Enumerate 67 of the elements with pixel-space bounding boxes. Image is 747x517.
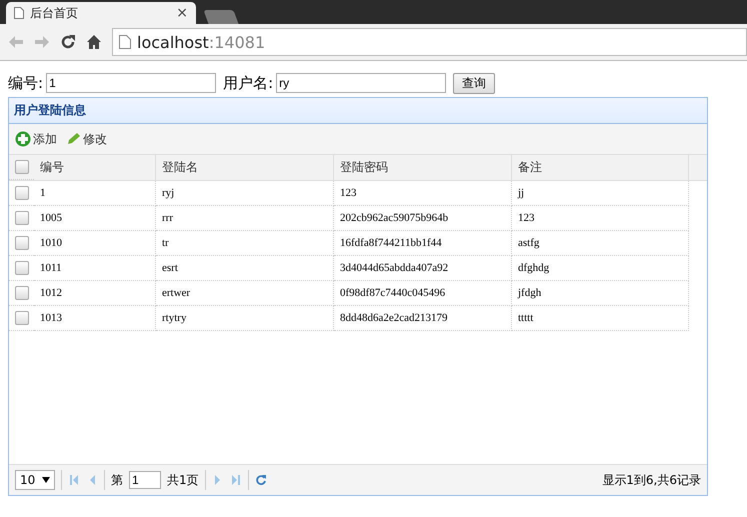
address-host: localhost <box>137 32 209 52</box>
checkbox[interactable] <box>14 286 28 300</box>
table-cell: ryj <box>156 181 334 206</box>
page-prefix: 第 <box>111 472 123 488</box>
table-cell: dfghdg <box>512 256 689 281</box>
page-size-select[interactable]: 10 <box>15 470 55 490</box>
table-cell: 3d4044d65abdda407a92 <box>334 256 512 281</box>
checkbox[interactable] <box>14 211 28 225</box>
refresh-icon[interactable] <box>254 474 267 486</box>
plus-icon <box>15 131 31 147</box>
table-cell: 1011 <box>34 256 156 281</box>
checkbox[interactable] <box>14 236 28 250</box>
checkbox[interactable] <box>14 261 28 275</box>
page-field[interactable]: 1 <box>129 471 161 489</box>
add-button[interactable]: 添加 <box>15 130 57 148</box>
browser-tab[interactable]: 后台首页 × <box>6 2 196 24</box>
table-cell: 1012 <box>34 281 156 306</box>
table-cell: 202cb962ac59075b964b <box>334 206 512 231</box>
table-cell: jj <box>512 181 689 206</box>
table-cell: ertwer <box>156 281 334 306</box>
table-cell: 1005 <box>34 206 156 231</box>
column-header[interactable]: 登陆名 <box>156 155 334 180</box>
caret-icon <box>42 477 50 483</box>
table-cell: 123 <box>512 206 689 231</box>
column-header[interactable]: 备注 <box>512 155 689 180</box>
reload-icon[interactable] <box>60 34 76 50</box>
pencil-icon <box>65 131 81 147</box>
table-cell: astfg <box>512 231 689 256</box>
page-icon <box>119 35 131 49</box>
table-cell: esrt <box>156 256 334 281</box>
back-icon[interactable] <box>8 35 24 49</box>
table-cell: 1 <box>34 181 156 206</box>
edit-button[interactable]: 修改 <box>65 130 107 148</box>
last-page-icon[interactable] <box>230 474 242 486</box>
new-tab-button[interactable] <box>203 10 239 24</box>
query-button[interactable]: 查询 <box>453 72 496 94</box>
search-field[interactable]: 1 <box>46 73 216 93</box>
field-label: 编号: <box>8 74 44 92</box>
close-button[interactable]: × <box>176 5 188 21</box>
checkbox[interactable] <box>14 186 28 200</box>
tab-title: 后台首页 <box>30 4 79 22</box>
table-cell: 16fdfa8f744211bb1f44 <box>334 231 512 256</box>
search-field[interactable]: ry <box>276 73 446 93</box>
table-cell: rtytry <box>156 306 334 331</box>
address-bar[interactable]: localhost:14081 <box>112 28 747 56</box>
table-cell: 1010 <box>34 231 156 256</box>
forward-icon[interactable] <box>34 35 50 49</box>
checkbox[interactable] <box>14 160 28 174</box>
record-summary: 显示1到6,共6记录 <box>602 472 701 488</box>
table-cell: 8dd48d6a2e2cad213179 <box>334 306 512 331</box>
first-page-icon[interactable] <box>68 474 80 486</box>
table-cell: jfdgh <box>512 281 689 306</box>
page-count: 共1页 <box>167 472 199 488</box>
column-header[interactable]: 编号 <box>34 155 156 180</box>
panel-title: 用户登陆信息 <box>14 102 86 119</box>
table-cell: ttttt <box>512 306 689 331</box>
home-icon[interactable] <box>86 34 102 50</box>
address-port: :14081 <box>208 32 266 52</box>
field-label: 用户名: <box>223 74 274 92</box>
table-cell: 1013 <box>34 306 156 331</box>
table-cell: 0f98df87c7440c045496 <box>334 281 512 306</box>
table-cell: tr <box>156 231 334 256</box>
page-icon <box>14 7 24 19</box>
column-header[interactable]: 登陆密码 <box>334 155 512 180</box>
table-cell: rrr <box>156 206 334 231</box>
table-cell: 123 <box>334 181 512 206</box>
checkbox[interactable] <box>14 311 28 325</box>
